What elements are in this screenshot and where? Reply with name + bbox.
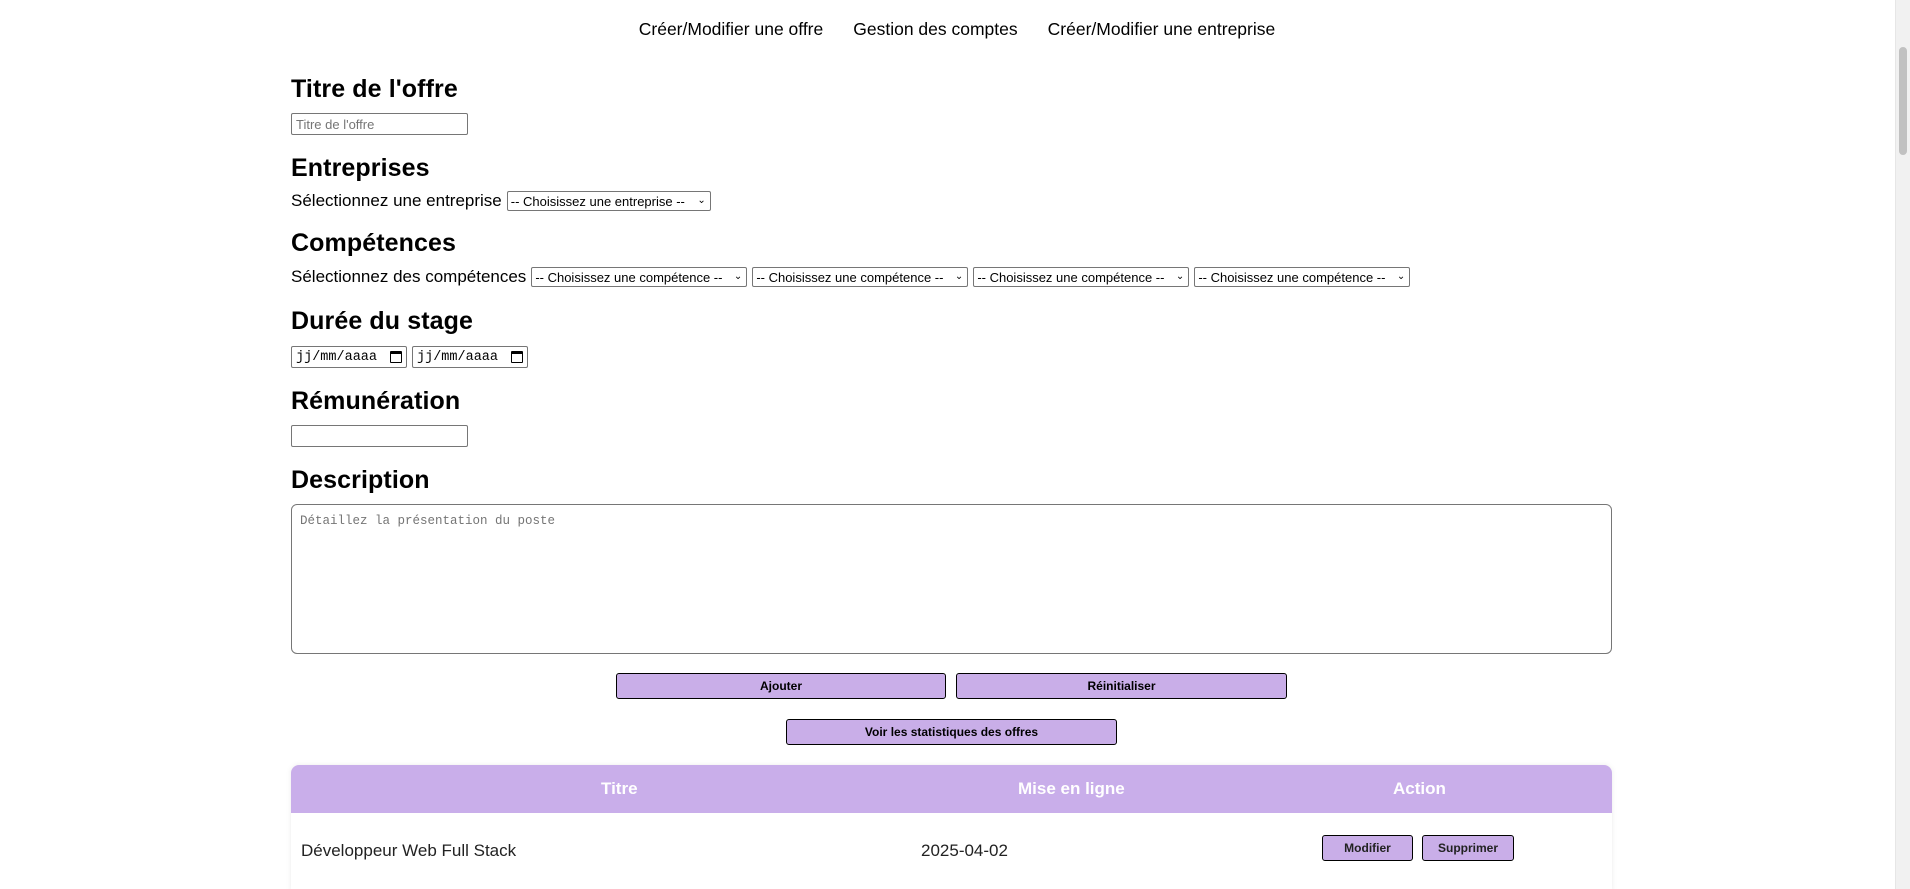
- top-nav: Créer/Modifier une offre Gestion des com…: [0, 19, 1910, 40]
- chevron-down-icon: ⌄: [1175, 271, 1185, 282]
- start-date-placeholder: jj/mm/aaaa: [296, 349, 378, 365]
- calendar-icon[interactable]: [511, 351, 523, 363]
- competence-select-value: -- Choisissez une compétence --: [977, 269, 1165, 285]
- heading-entreprises: Entreprises: [291, 154, 430, 182]
- heading-competences: Compétences: [291, 229, 457, 257]
- column-header-action: Action: [1393, 779, 1446, 798]
- nav-link-creer-entreprise[interactable]: Créer/Modifier une entreprise: [1048, 19, 1276, 40]
- table-row: Développeur Web Full Stack 2025-04-02 Mo…: [291, 813, 1612, 889]
- competence-select-value: -- Choisissez une compétence --: [756, 269, 944, 285]
- chevron-down-icon: ⌄: [1396, 271, 1406, 282]
- description-placeholder: Détaillez la présentation du poste: [300, 514, 556, 528]
- scrollbar-thumb[interactable]: [1899, 47, 1907, 155]
- entreprise-select-value: -- Choisissez une entreprise --: [510, 193, 685, 209]
- page: Créer/Modifier une offre Gestion des com…: [0, 0, 1910, 889]
- heading-description: Description: [291, 466, 430, 494]
- statistiques-button[interactable]: Voir les statistiques des offres: [786, 719, 1117, 745]
- supprimer-button[interactable]: Supprimer: [1422, 835, 1514, 861]
- column-header-titre: Titre: [601, 779, 638, 798]
- cell-mise-en-ligne: 2025-04-02: [921, 841, 1008, 860]
- description-textarea[interactable]: Détaillez la présentation du poste: [291, 504, 1612, 654]
- cell-titre: Développeur Web Full Stack: [301, 841, 517, 860]
- heading-titre: Titre de l'offre: [291, 75, 458, 103]
- titre-input[interactable]: [291, 113, 468, 135]
- competences-label: Sélectionnez des compétences: [291, 267, 527, 286]
- heading-duree: Durée du stage: [291, 307, 474, 335]
- start-date-input[interactable]: jj/mm/aaaa: [291, 346, 407, 368]
- entreprise-select[interactable]: -- Choisissez une entreprise -- ⌄: [506, 191, 711, 211]
- competence-select-4[interactable]: -- Choisissez une compétence -- ⌄: [1194, 267, 1411, 287]
- remuneration-input[interactable]: [291, 425, 468, 447]
- chevron-down-icon: ⌄: [697, 195, 706, 206]
- ajouter-button[interactable]: Ajouter: [616, 673, 946, 699]
- table-header: Titre Mise en ligne Action: [291, 765, 1612, 813]
- chevron-down-icon: ⌄: [733, 271, 743, 282]
- page-scrollbar[interactable]: [1895, 0, 1910, 889]
- end-date-input[interactable]: jj/mm/aaaa: [412, 346, 528, 368]
- reinitialiser-button[interactable]: Réinitialiser: [956, 673, 1287, 699]
- nav-link-creer-offre[interactable]: Créer/Modifier une offre: [639, 19, 824, 40]
- entreprise-row: Sélectionnez une entreprise -- Choisisse…: [291, 191, 711, 211]
- end-date-placeholder: jj/mm/aaaa: [417, 349, 499, 365]
- competence-select-1[interactable]: -- Choisissez une compétence -- ⌄: [531, 267, 748, 287]
- modifier-button[interactable]: Modifier: [1322, 835, 1413, 861]
- competence-select-3[interactable]: -- Choisissez une compétence -- ⌄: [973, 267, 1190, 287]
- nav-link-gestion-comptes[interactable]: Gestion des comptes: [853, 19, 1017, 40]
- chevron-down-icon: ⌄: [954, 271, 964, 282]
- competence-select-2[interactable]: -- Choisissez une compétence -- ⌄: [752, 267, 969, 287]
- offers-table: Titre Mise en ligne Action Développeur W…: [291, 765, 1612, 889]
- competence-select-value: -- Choisissez une compétence --: [535, 269, 723, 285]
- competence-select-value: -- Choisissez une compétence --: [1198, 269, 1386, 285]
- heading-remuneration: Rémunération: [291, 387, 461, 415]
- entreprise-label: Sélectionnez une entreprise: [291, 191, 502, 210]
- column-header-mise-en-ligne: Mise en ligne: [1018, 779, 1125, 798]
- competences-row: Sélectionnez des compétences -- Choisiss…: [291, 267, 1411, 287]
- calendar-icon[interactable]: [390, 351, 402, 363]
- dates-row: jj/mm/aaaa jj/mm/aaaa: [291, 346, 528, 368]
